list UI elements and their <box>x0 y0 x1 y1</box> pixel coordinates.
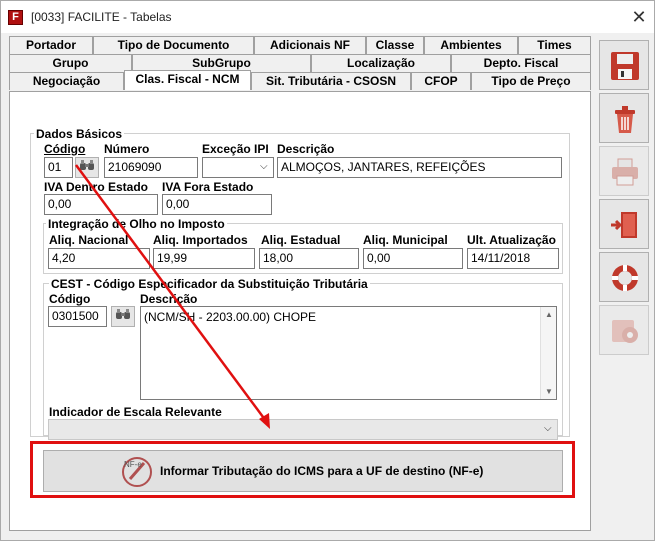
lifebuoy-icon <box>612 265 638 291</box>
codigo-field[interactable]: 01 <box>44 157 73 178</box>
descricao-label: Descrição <box>277 142 335 156</box>
ult-atualizacao-field[interactable]: 14/11/2018 <box>467 248 559 269</box>
binoculars-icon <box>116 309 130 319</box>
tab-localizacao[interactable]: Localização <box>311 54 451 72</box>
cest-codigo-label: Código <box>49 292 91 306</box>
tab-portador[interactable]: Portador <box>9 36 93 54</box>
memo-scrollbar[interactable]: ▲ ▼ <box>540 307 556 399</box>
tab-strip: Portador Tipo de Documento Adicionais NF… <box>9 36 591 92</box>
chevron-down-icon: ⌵ <box>260 161 268 172</box>
settings-button[interactable] <box>599 305 649 355</box>
tab-depto-fiscal[interactable]: Depto. Fiscal <box>451 54 591 72</box>
codigo-label: Código <box>44 142 86 156</box>
cest-descricao-label: Descrição <box>140 292 198 306</box>
tab-clas-fiscal-ncm[interactable]: Clas. Fiscal - NCM <box>124 70 251 90</box>
aliq-nacional-field[interactable]: 4,20 <box>48 248 150 269</box>
iva-dentro-label: IVA Dentro Estado <box>44 180 149 194</box>
save-button[interactable] <box>599 40 649 90</box>
scroll-down-icon[interactable]: ▼ <box>541 387 557 396</box>
exit-button[interactable] <box>599 199 649 249</box>
descricao-field[interactable]: ALMOÇOS, JANTARES, REFEIÇÕES <box>277 157 562 178</box>
chevron-down-icon: ⌵ <box>544 423 552 434</box>
app-window: F [0033] FACILITE - Tabelas ✕ Portador T… <box>0 0 655 541</box>
cest-search-button[interactable] <box>111 306 135 327</box>
numero-label: Número <box>104 142 150 156</box>
escala-select[interactable]: ⌵ <box>48 419 558 440</box>
aliq-municipal-label: Aliq. Municipal <box>363 233 448 247</box>
close-button[interactable]: ✕ <box>625 4 653 30</box>
binoculars-icon <box>80 160 94 170</box>
tab-tipo-documento[interactable]: Tipo de Documento <box>93 36 254 54</box>
iva-fora-field[interactable]: 0,00 <box>162 194 272 215</box>
save-icon <box>611 52 639 80</box>
cest-descricao-text: (NCM/SH - 2203.00.00) CHOPE <box>144 310 317 324</box>
cest-legend: CEST - Código Especificador da Substitui… <box>49 277 370 291</box>
aliq-estadual-label: Aliq. Estadual <box>261 233 341 247</box>
app-logo-icon: F <box>8 10 23 25</box>
tab-tipo-preco[interactable]: Tipo de Preço <box>471 72 591 90</box>
escala-label: Indicador de Escala Relevante <box>49 405 222 419</box>
ult-atualizacao-label: Ult. Atualização <box>467 233 556 247</box>
printer-icon <box>612 158 638 186</box>
excecao-ipi-select[interactable]: ⌵ <box>202 157 274 178</box>
tab-classe[interactable]: Classe <box>366 36 424 54</box>
informar-tributacao-button[interactable]: NF-e Informar Tributação do ICMS para a … <box>43 450 563 492</box>
aliq-importados-label: Aliq. Importados <box>153 233 248 247</box>
help-button[interactable] <box>599 252 649 302</box>
aliq-estadual-field[interactable]: 18,00 <box>259 248 359 269</box>
aliq-importados-field[interactable]: 19,99 <box>153 248 255 269</box>
gear-icon <box>612 320 638 343</box>
tab-adicionais-nf[interactable]: Adicionais NF <box>254 36 366 54</box>
tab-times[interactable]: Times <box>518 36 591 54</box>
informar-tributacao-label: Informar Tributação do ICMS para a UF de… <box>160 464 484 478</box>
print-button[interactable] <box>599 146 649 196</box>
tab-ambientes[interactable]: Ambientes <box>424 36 518 54</box>
title-bar: F [0033] FACILITE - Tabelas ✕ <box>1 1 654 33</box>
iva-dentro-field[interactable]: 0,00 <box>44 194 158 215</box>
aliq-municipal-field[interactable]: 0,00 <box>363 248 463 269</box>
iva-fora-label: IVA Fora Estado <box>162 180 254 194</box>
tab-sit-tributaria-csosn[interactable]: Sit. Tributária - CSOSN <box>251 72 411 90</box>
delete-button[interactable] <box>599 93 649 143</box>
dados-basicos-legend: Dados Básicos <box>34 127 125 141</box>
nfe-icon-text: NF-e <box>124 460 142 469</box>
nfe-document-icon: NF-e <box>122 457 152 487</box>
cest-descricao-memo[interactable]: (NCM/SH - 2203.00.00) CHOPE ▲ ▼ <box>140 306 557 400</box>
exit-door-icon <box>611 212 637 238</box>
trash-icon <box>615 106 635 133</box>
aliq-nacional-label: Aliq. Nacional <box>49 233 129 247</box>
numero-field[interactable]: 21069090 <box>104 157 198 178</box>
cest-codigo-field[interactable]: 0301500 <box>48 306 107 327</box>
excecao-ipi-label: Exceção IPI <box>202 142 269 156</box>
tab-cfop[interactable]: CFOP <box>411 72 471 90</box>
tab-grupo[interactable]: Grupo <box>9 54 132 72</box>
codigo-search-button[interactable] <box>75 157 99 178</box>
tab-negociacao[interactable]: Negociação <box>9 72 124 90</box>
scroll-up-icon[interactable]: ▲ <box>541 310 557 319</box>
olho-imposto-legend: Integração de Olho no Imposto <box>46 217 227 231</box>
window-title: [0033] FACILITE - Tabelas <box>31 10 172 24</box>
